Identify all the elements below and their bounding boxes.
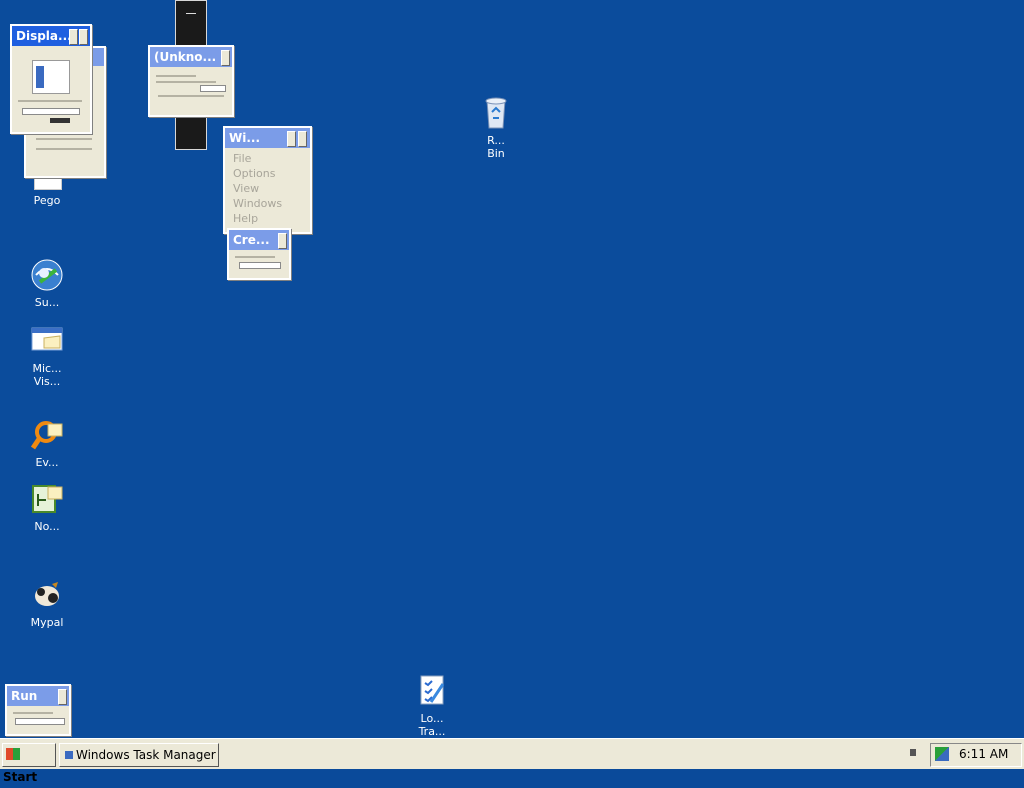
close-button[interactable] bbox=[58, 689, 67, 705]
menu-options[interactable]: Options bbox=[233, 167, 275, 180]
desktop: Pego Su... Mic... Vis... Ev... No... Myp… bbox=[0, 0, 1024, 738]
desktop-icon-log-tracker[interactable]: Lo... Tra... bbox=[396, 674, 468, 738]
desktop-icon-label: Lo... Tra... bbox=[418, 712, 446, 738]
minimize-button[interactable] bbox=[287, 131, 296, 147]
menu-file[interactable]: File bbox=[233, 152, 251, 165]
desktop-icon-event-viewer[interactable]: Ev... bbox=[11, 418, 83, 469]
close-button[interactable] bbox=[221, 50, 230, 66]
taskbar-button-label: Windows Task Manager bbox=[76, 748, 216, 762]
menu-help[interactable]: Help bbox=[233, 212, 258, 225]
run-field[interactable] bbox=[15, 718, 65, 725]
create-field[interactable] bbox=[239, 262, 281, 269]
display-window-titlebar[interactable]: Displa... bbox=[12, 26, 90, 46]
task-manager-titlebar[interactable]: Wi... bbox=[225, 128, 310, 148]
desktop-icon-label: No... bbox=[34, 520, 60, 533]
desktop-icon-label: Su... bbox=[34, 296, 60, 309]
window-title: Wi... bbox=[229, 131, 261, 145]
start-label: Start bbox=[3, 770, 38, 784]
close-button[interactable] bbox=[298, 131, 307, 147]
ok-button[interactable] bbox=[50, 118, 70, 123]
taskbar: Start Windows Task Manager 6:11 AM bbox=[0, 738, 1024, 784]
display-window[interactable]: Displa... bbox=[10, 24, 92, 134]
desktop-icon-label: Ev... bbox=[35, 456, 59, 469]
display-field[interactable] bbox=[22, 108, 80, 115]
desktop-icon-label: Mypal bbox=[30, 616, 64, 629]
unknown-window[interactable]: (Unkno... bbox=[148, 45, 234, 117]
desktop-icon-notepad[interactable]: No... bbox=[11, 482, 83, 533]
task-manager-window[interactable]: Wi... File Options View Windows Help bbox=[223, 126, 312, 234]
minimize-button[interactable] bbox=[69, 29, 78, 45]
clock[interactable]: 6:11 AM bbox=[959, 747, 1008, 761]
display-preview-bar bbox=[36, 66, 44, 88]
window-title: Displa... bbox=[16, 29, 72, 43]
task-manager-icon bbox=[65, 751, 73, 759]
support-globe-icon bbox=[30, 258, 64, 292]
unknown-field[interactable] bbox=[200, 85, 226, 92]
mypal-icon bbox=[30, 578, 64, 612]
window-title: Run bbox=[11, 689, 38, 703]
window-title: Cre... bbox=[233, 233, 270, 247]
close-button[interactable] bbox=[278, 233, 287, 249]
run-window[interactable]: Run bbox=[5, 684, 71, 736]
create-window[interactable]: Cre... bbox=[227, 228, 291, 280]
tray-expand-icon[interactable] bbox=[910, 749, 916, 756]
network-icon[interactable] bbox=[935, 747, 949, 761]
unknown-window-titlebar[interactable]: (Unkno... bbox=[150, 47, 232, 67]
create-window-titlebar[interactable]: Cre... bbox=[229, 230, 289, 250]
system-tray: 6:11 AM bbox=[930, 743, 1022, 767]
recycle-bin-icon bbox=[479, 96, 513, 130]
microsoft-visio-folder-icon bbox=[30, 324, 64, 358]
menu-windows[interactable]: Windows bbox=[233, 197, 282, 210]
windows-logo-icon bbox=[6, 748, 20, 760]
desktop-icon-mypal[interactable]: Mypal bbox=[11, 578, 83, 629]
taskbar-button-task-manager[interactable]: Windows Task Manager bbox=[59, 743, 219, 767]
menu-view[interactable]: View bbox=[233, 182, 259, 195]
run-window-titlebar[interactable]: Run bbox=[7, 686, 69, 706]
log-tracker-icon bbox=[415, 674, 449, 708]
desktop-icon-microsoft-visio[interactable]: Mic... Vis... bbox=[11, 324, 83, 388]
desktop-icon-label: Mic... Vis... bbox=[32, 362, 62, 388]
window-title: (Unkno... bbox=[154, 50, 217, 64]
close-button[interactable] bbox=[79, 29, 88, 45]
event-viewer-icon bbox=[30, 418, 64, 452]
desktop-icon-support[interactable]: Su... bbox=[11, 258, 83, 309]
desktop-icon-label: Pego bbox=[33, 194, 61, 207]
notepad-folder-icon bbox=[30, 482, 64, 516]
desktop-icon-recycle-bin[interactable]: R... Bin bbox=[460, 96, 532, 160]
start-button[interactable]: Start bbox=[2, 743, 56, 784]
desktop-icon-label: R... Bin bbox=[487, 134, 505, 160]
